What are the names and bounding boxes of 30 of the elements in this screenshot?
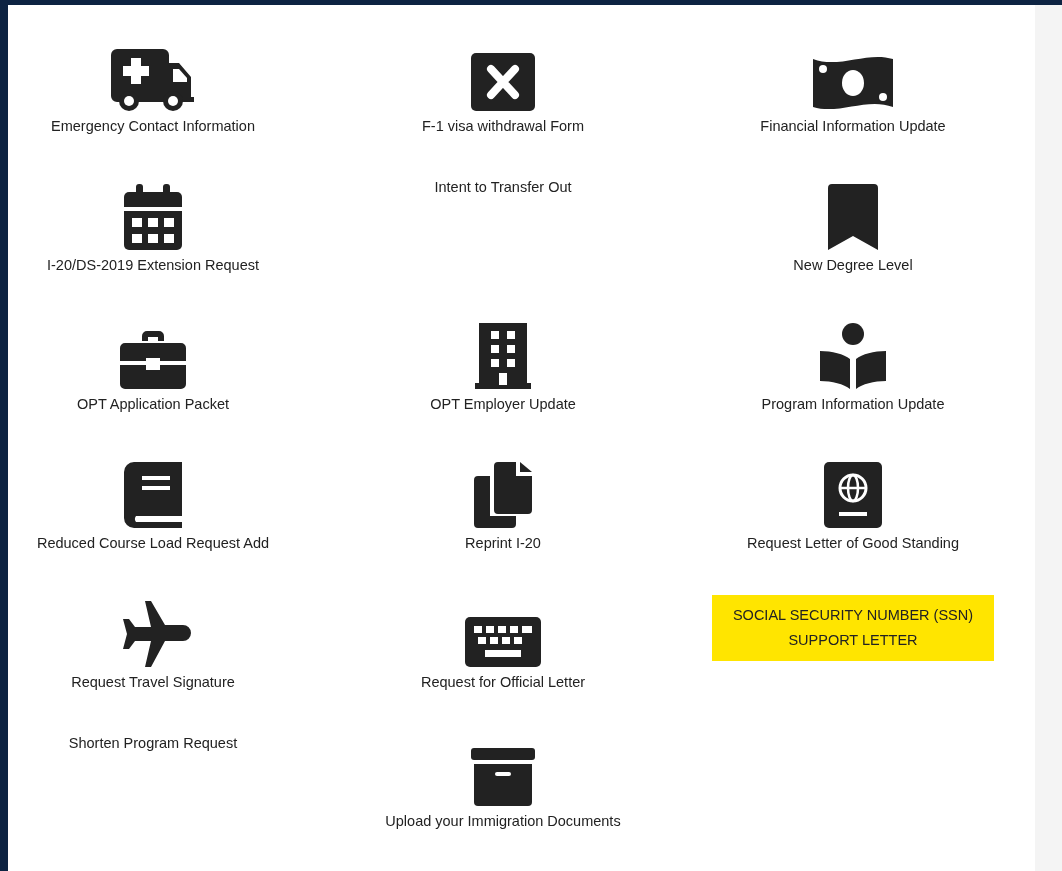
form-link[interactable]: OPT Employer Update [430,395,576,413]
book-icon [124,462,182,528]
form-link[interactable]: I-20/DS-2019 Extension Request [47,256,259,274]
form-link[interactable]: Emergency Contact Information [51,117,255,135]
reader-icon [820,323,886,389]
ambulance-icon [111,49,195,111]
form-link[interactable]: New Degree Level [793,256,913,274]
bookmark-icon [828,184,878,250]
keyboard-icon [465,617,541,667]
form-link[interactable]: Intent to Transfer Out [434,178,572,196]
form-link[interactable]: SOCIAL SECURITY NUMBER (SSN) SUPPORT LETTER [712,595,994,661]
form-link[interactable]: Shorten Program Request [68,734,238,752]
form-link[interactable]: Reduced Course Load Request Add [36,534,270,552]
form-link[interactable]: OPT Application Packet [76,395,230,413]
form-link[interactable]: Financial Information Update [760,117,946,135]
form-link[interactable]: Request for Official Letter [420,673,586,691]
banknote-icon [811,55,895,111]
form-link[interactable]: Reprint I-20 [465,534,541,552]
documents-icon [474,462,532,528]
form-link[interactable]: Program Information Update [761,395,945,413]
calendar-icon [124,184,182,250]
briefcase-icon [120,331,186,389]
form-link[interactable]: Upload your Immigration Documents [385,812,621,830]
form-link[interactable]: Request Letter of Good Standing [747,534,959,552]
close-icon [471,53,535,111]
passport-icon [824,462,882,528]
archive-box-icon [471,748,535,806]
form-link[interactable]: F-1 visa withdrawal Form [422,117,584,135]
building-icon [475,323,531,389]
form-link[interactable]: Request Travel Signature [71,673,235,691]
